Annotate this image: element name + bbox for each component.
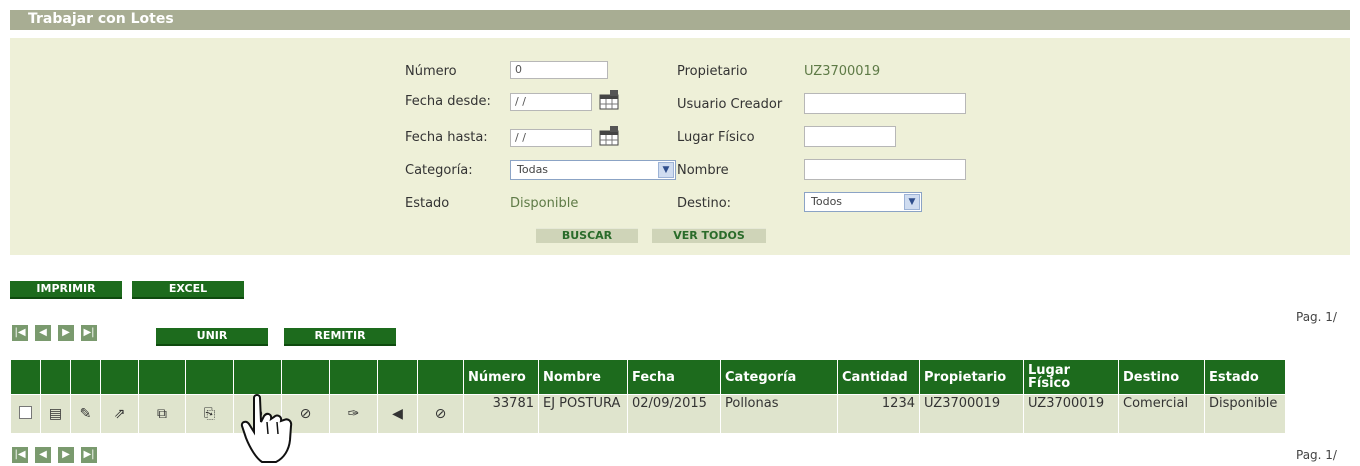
filter-panel: Número 0 Fecha desde: / / Fecha hasta: /… [10, 38, 1350, 255]
cell-nombre: EJ POSTURA [538, 394, 628, 434]
numero-input[interactable]: 0 [510, 61, 608, 79]
fecha-hasta-label: Fecha hasta: [405, 130, 488, 145]
destino-select[interactable]: Todos ▼ [804, 192, 922, 212]
column-header-nombre[interactable]: Nombre [538, 359, 628, 395]
column-header-fecha[interactable]: Fecha [627, 359, 721, 395]
column-header-destino[interactable]: Destino [1118, 359, 1205, 395]
page-title: Trabajar con Lotes [28, 11, 174, 27]
fecha-hasta-input[interactable]: / / [510, 129, 592, 147]
expand-icon[interactable]: ⧉ [138, 394, 186, 434]
destino-label: Destino: [677, 196, 732, 211]
prev-page-icon[interactable]: ◀ [35, 325, 51, 341]
destino-value: Todos [811, 195, 843, 208]
nombre-input[interactable] [804, 159, 966, 180]
page-indicator-top: Pag. 1/ [1296, 310, 1337, 324]
cell-numero: 33781 [463, 394, 539, 434]
categoria-select[interactable]: Todas ▼ [510, 160, 676, 180]
cell-destino: Comercial [1118, 394, 1205, 434]
last-page-icon[interactable]: ▶| [81, 325, 97, 341]
column-header-icon [233, 359, 282, 395]
numero-label: Número [405, 64, 457, 79]
calendar-icon[interactable] [598, 90, 620, 110]
table-header-row: Número Nombre Fecha Categoría Cantidad P… [10, 359, 1286, 395]
fecha-desde-label: Fecha desde: [405, 94, 491, 109]
cell-cantidad: 1234 [837, 394, 920, 434]
first-page-icon[interactable]: |◀ [12, 447, 28, 463]
column-header-icon [70, 359, 101, 395]
pen-icon[interactable]: ✑ [329, 394, 378, 434]
propietario-label: Propietario [677, 64, 748, 79]
buscar-button[interactable]: BUSCAR [536, 228, 638, 243]
usuario-creador-input[interactable] [804, 93, 966, 114]
first-page-icon[interactable]: |◀ [12, 325, 28, 341]
hand-cursor-icon [240, 394, 293, 463]
unir-button[interactable]: UNIR [156, 328, 268, 346]
column-header-icon [138, 359, 186, 395]
chevron-down-icon[interactable]: ▼ [658, 162, 674, 178]
page-indicator-bottom: Pag. 1/ [1296, 448, 1337, 462]
row-select-cell [10, 394, 41, 434]
cancel-icon[interactable]: ⊘ [417, 394, 464, 434]
column-header-numero[interactable]: Número [463, 359, 539, 395]
column-header-icon [281, 359, 330, 395]
column-header-lugar-fisico[interactable]: Lugar Físico [1023, 359, 1119, 395]
column-header-icon [417, 359, 464, 395]
table-row: ▤ ✎ ⇗ ⧉ ⎘ ⊘ ⊘ ✑ ◀ ⊘ 33781 EJ POSTURA 02/… [10, 394, 1286, 434]
remitir-button[interactable]: REMITIR [284, 328, 396, 346]
lugar-fisico-label: Lugar Físico [677, 130, 755, 145]
next-page-icon[interactable]: ▶ [58, 325, 74, 341]
usuario-creador-label: Usuario Creador [677, 97, 783, 112]
chevron-down-icon[interactable]: ▼ [904, 194, 920, 210]
calendar-icon[interactable] [598, 126, 620, 146]
cell-lugar-fisico: UZ3700019 [1023, 394, 1119, 434]
column-header-icon [100, 359, 139, 395]
column-header-propietario[interactable]: Propietario [919, 359, 1024, 395]
lugar-fisico-input[interactable] [804, 126, 896, 147]
nombre-label: Nombre [677, 163, 729, 178]
column-header-icon [10, 359, 41, 395]
lotes-table: Número Nombre Fecha Categoría Cantidad P… [10, 359, 1286, 434]
estado-label: Estado [405, 196, 450, 211]
next-page-icon[interactable]: ▶ [58, 447, 74, 463]
fecha-desde-input[interactable]: / / [510, 93, 592, 111]
cell-fecha: 02/09/2015 [627, 394, 721, 434]
column-header-estado[interactable]: Estado [1204, 359, 1286, 395]
row-checkbox[interactable] [19, 406, 32, 419]
categoria-label: Categoría: [405, 163, 473, 178]
last-page-icon[interactable]: ▶| [81, 447, 97, 463]
column-header-icon [185, 359, 234, 395]
ver-todos-button[interactable]: VER TODOS [652, 228, 766, 243]
cell-categoria: Pollonas [720, 394, 838, 434]
imprimir-button[interactable]: IMPRIMIR [10, 281, 122, 299]
excel-button[interactable]: EXCEL [132, 281, 244, 299]
column-header-icon [40, 359, 71, 395]
propietario-value: UZ3700019 [804, 64, 881, 79]
prev-page-icon[interactable]: ◀ [35, 447, 51, 463]
arrow-left-icon[interactable]: ◀ [377, 394, 418, 434]
cell-propietario: UZ3700019 [919, 394, 1024, 434]
column-header-icon [329, 359, 378, 395]
estado-value: Disponible [510, 196, 579, 211]
title-bar: Trabajar con Lotes [10, 10, 1350, 30]
cell-estado: Disponible [1204, 394, 1286, 434]
detail-icon[interactable]: ▤ [40, 394, 71, 434]
move-icon[interactable]: ⇗ [100, 394, 139, 434]
column-header-icon [377, 359, 418, 395]
column-header-cantidad[interactable]: Cantidad [837, 359, 920, 395]
categoria-value: Todas [517, 163, 549, 176]
copy-icon[interactable]: ⎘ [185, 394, 234, 434]
edit-icon[interactable]: ✎ [70, 394, 101, 434]
column-header-categoria[interactable]: Categoría [720, 359, 838, 395]
